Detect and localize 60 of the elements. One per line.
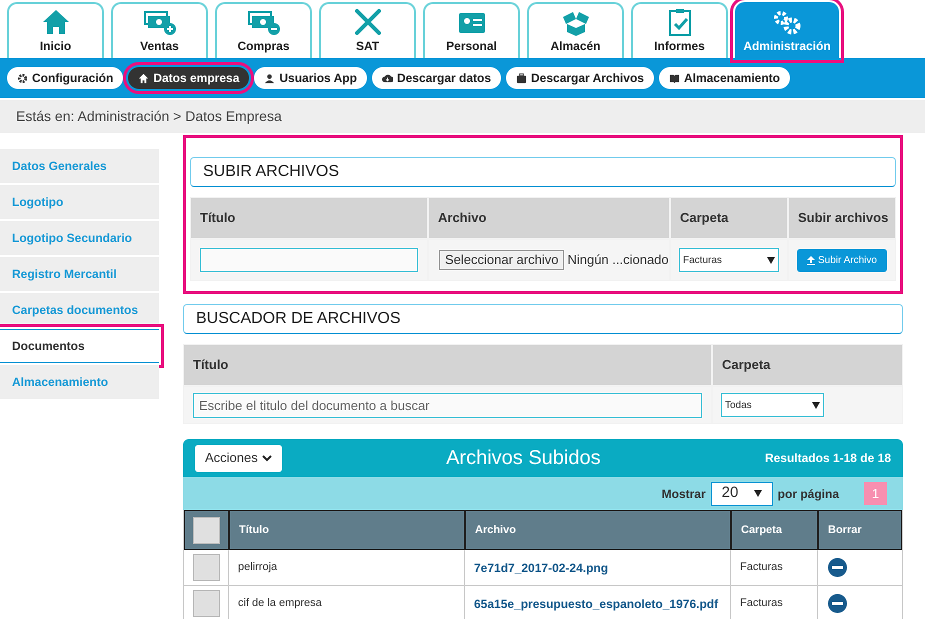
subnav-button[interactable]: Descargar Archivos	[506, 67, 654, 89]
column-header: Carpeta	[671, 198, 787, 238]
row-checkbox[interactable]	[192, 590, 220, 617]
column-header: Carpeta	[731, 510, 818, 550]
column-header: Título	[184, 345, 711, 385]
show-label: Mostrar	[662, 486, 706, 502]
row-checkbox[interactable]	[192, 554, 220, 581]
page-size-select[interactable]: 20	[710, 482, 773, 506]
subnav-button[interactable]: Almacenamiento	[658, 67, 790, 89]
module-tab[interactable]: Inicio	[7, 2, 104, 58]
gear-icon	[17, 72, 28, 84]
column-header: Título	[191, 198, 427, 238]
dropdown-caret-icon	[754, 490, 762, 497]
results-count: Resultados 1-18 de 18	[764, 450, 891, 467]
table-cell-text: Facturas	[740, 560, 783, 576]
module-tab[interactable]: Compras	[215, 2, 312, 58]
folder-select[interactable]: Todas	[721, 393, 824, 417]
user-icon	[264, 72, 276, 84]
table-cell-text: cif de la empresa	[238, 596, 322, 612]
subnav-button[interactable]: Descargar datos	[372, 67, 501, 89]
subnav-button[interactable]: Datos empresa	[128, 67, 250, 89]
breadcrumb: Estás en: Administración > Datos Empresa	[16, 107, 282, 126]
section-title: BUSCADOR DE ARCHIVOS	[196, 309, 400, 329]
per-page-label: por página	[778, 486, 839, 502]
subnav-button[interactable]: Usuarios App	[254, 67, 367, 89]
folder-select[interactable]: Facturas	[679, 248, 779, 272]
delete-icon[interactable]	[828, 558, 847, 577]
column-header: Subir archivos	[789, 198, 895, 238]
column-header: Archivo	[465, 510, 731, 550]
dropdown-caret-icon	[767, 256, 775, 264]
select-all-checkbox[interactable]	[193, 516, 220, 544]
chevron-down-icon	[262, 454, 272, 462]
upload-icon	[807, 256, 815, 264]
file-link[interactable]: 65a15e_presupuesto_espanoleto_1976.pdf	[474, 594, 718, 612]
briefcase-icon	[516, 72, 527, 84]
module-tab[interactable]: Personal	[423, 2, 520, 58]
section-title: SUBIR ARCHIVOS	[203, 162, 340, 182]
module-tab[interactable]: Informes	[631, 2, 728, 58]
title-input[interactable]	[200, 248, 418, 272]
column-header: Borrar	[818, 510, 902, 550]
module-tab[interactable]: SAT	[319, 2, 416, 58]
column-header: Archivo	[429, 198, 669, 238]
search-input[interactable]: Escribe el titulo del documento a buscar	[193, 392, 702, 418]
subnav-button[interactable]: Configuración	[7, 67, 124, 89]
cloud-download-icon	[382, 72, 393, 84]
column-header: Carpeta	[713, 345, 902, 385]
module-tab[interactable]: Almacén	[527, 2, 624, 58]
actions-button[interactable]: Acciones	[195, 444, 282, 472]
file-link[interactable]: 7e71d7_2017-02-24.png	[474, 558, 608, 576]
table-cell-text: Facturas	[740, 596, 783, 612]
files-title: Archivos Subidos	[445, 446, 602, 471]
table-cell-text: pelirroja	[238, 560, 278, 576]
book-icon	[668, 72, 680, 84]
choose-file-button[interactable]: Seleccionar archivo	[439, 250, 564, 270]
module-tab[interactable]: Ventas	[111, 2, 208, 58]
house-icon	[138, 72, 150, 84]
delete-icon[interactable]	[828, 594, 847, 613]
dropdown-caret-icon	[812, 402, 820, 408]
file-status: Ningún ...cionado	[567, 251, 669, 270]
column-header: Título	[229, 510, 465, 550]
